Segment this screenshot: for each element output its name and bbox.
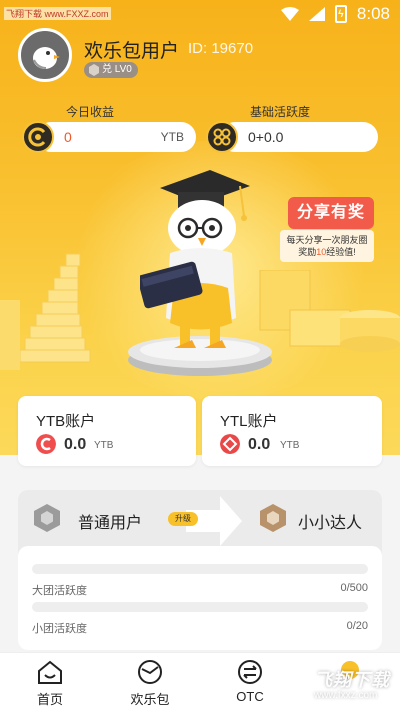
current-level-name: 普通用户 bbox=[78, 515, 143, 532]
watermark-overlay: 飞翔下载 www.fxxz.com bbox=[276, 664, 394, 706]
next-level-name: 小小达人 bbox=[298, 515, 363, 532]
current-level-hex-icon bbox=[34, 504, 60, 532]
share-reward-note: 每天分享一次朋友圈奖励10经验值! bbox=[280, 230, 374, 262]
activity-progress-box: 大团活跃度 0/500 小团活跃度 0/20 bbox=[18, 546, 382, 650]
small-team-activity-bar bbox=[32, 602, 368, 612]
level-upgrade-panel: 普通用户 升级 小小达人 大团活跃度 0/500 小团活跃度 0/20 bbox=[18, 490, 382, 650]
share-note-suffix: 经验值! bbox=[326, 247, 356, 257]
activity-value: 0+0.0 bbox=[248, 129, 284, 145]
happy-bag-icon bbox=[138, 660, 162, 684]
small-team-activity-label: 小团活跃度 bbox=[32, 623, 87, 635]
activity-field: 0+0.0 bbox=[220, 122, 378, 152]
ytb-account-card[interactable]: YTB账户 0.0 YTB bbox=[18, 396, 196, 466]
ytl-coin-icon bbox=[220, 434, 240, 454]
ytl-account-value: 0.0 bbox=[248, 436, 271, 453]
today-income-value: 0 bbox=[64, 129, 72, 145]
today-income-field: 0 YTB bbox=[36, 122, 196, 152]
activity-label: 基础活跃度 bbox=[250, 105, 311, 119]
tab-home[interactable]: 首页 bbox=[0, 653, 100, 711]
team-activity-value: 0/500 bbox=[340, 582, 368, 594]
status-bar: 飞翔下载 www.FXXZ.com ϟ 8:08 bbox=[0, 0, 400, 28]
watermark-logo-icon bbox=[276, 666, 312, 702]
today-income-label: 今日收益 bbox=[66, 105, 115, 119]
today-income-unit: YTB bbox=[160, 130, 184, 144]
status-time: 8:08 bbox=[356, 4, 390, 23]
upgrade-tag: 升级 bbox=[168, 512, 198, 526]
share-note-number: 10 bbox=[316, 247, 327, 257]
signal-icon bbox=[308, 7, 325, 21]
share-reward-button[interactable]: 分享有奖 bbox=[288, 197, 374, 229]
mascot-bird-illustration bbox=[140, 170, 250, 348]
ytb-account-unit: YTB bbox=[94, 440, 114, 451]
watermark-top: 飞翔下载 www.FXXZ.com bbox=[4, 7, 111, 20]
level-badge-icon bbox=[89, 64, 99, 76]
team-activity-bar bbox=[32, 564, 368, 574]
user-id: ID: 19670 bbox=[188, 40, 254, 57]
avatar[interactable] bbox=[18, 28, 72, 82]
bird-avatar-icon bbox=[33, 47, 60, 69]
level-text: 兑 LV0 bbox=[102, 64, 132, 75]
coin-glyph-icon bbox=[28, 127, 46, 147]
level-badge: 兑 LV0 bbox=[84, 62, 138, 78]
ytb-account-title: YTB账户 bbox=[36, 413, 96, 430]
ytl-account-unit: YTB bbox=[280, 440, 300, 451]
ytl-account-card[interactable]: YTL账户 0.0 YTB bbox=[202, 396, 382, 466]
staircase-illustration bbox=[0, 253, 91, 370]
ytl-account-title: YTL账户 bbox=[220, 413, 278, 430]
username: 欢乐包用户 bbox=[84, 41, 180, 62]
home-icon bbox=[38, 660, 62, 684]
next-level-hex-icon bbox=[260, 504, 286, 532]
watermark-sub-text: www.fxxz.com bbox=[314, 690, 378, 701]
small-team-activity-value: 0/20 bbox=[346, 620, 368, 632]
watermark-main-text: 飞翔下载 bbox=[314, 670, 390, 690]
exchange-icon bbox=[238, 660, 262, 684]
wifi-icon bbox=[280, 7, 299, 21]
coin-icon bbox=[22, 121, 54, 153]
ytb-coin-icon bbox=[36, 434, 56, 454]
team-activity-label: 大团活跃度 bbox=[32, 585, 87, 597]
grid-glyph-icon bbox=[213, 128, 231, 146]
battery-charging-icon: ϟ bbox=[334, 5, 347, 23]
tab-home-label: 首页 bbox=[36, 692, 63, 707]
grid-activity-icon bbox=[206, 121, 238, 153]
tab-happy-bag-label: 欢乐包 bbox=[130, 692, 170, 707]
ytb-account-value: 0.0 bbox=[64, 436, 87, 453]
tab-happy-bag[interactable]: 欢乐包 bbox=[100, 653, 200, 711]
